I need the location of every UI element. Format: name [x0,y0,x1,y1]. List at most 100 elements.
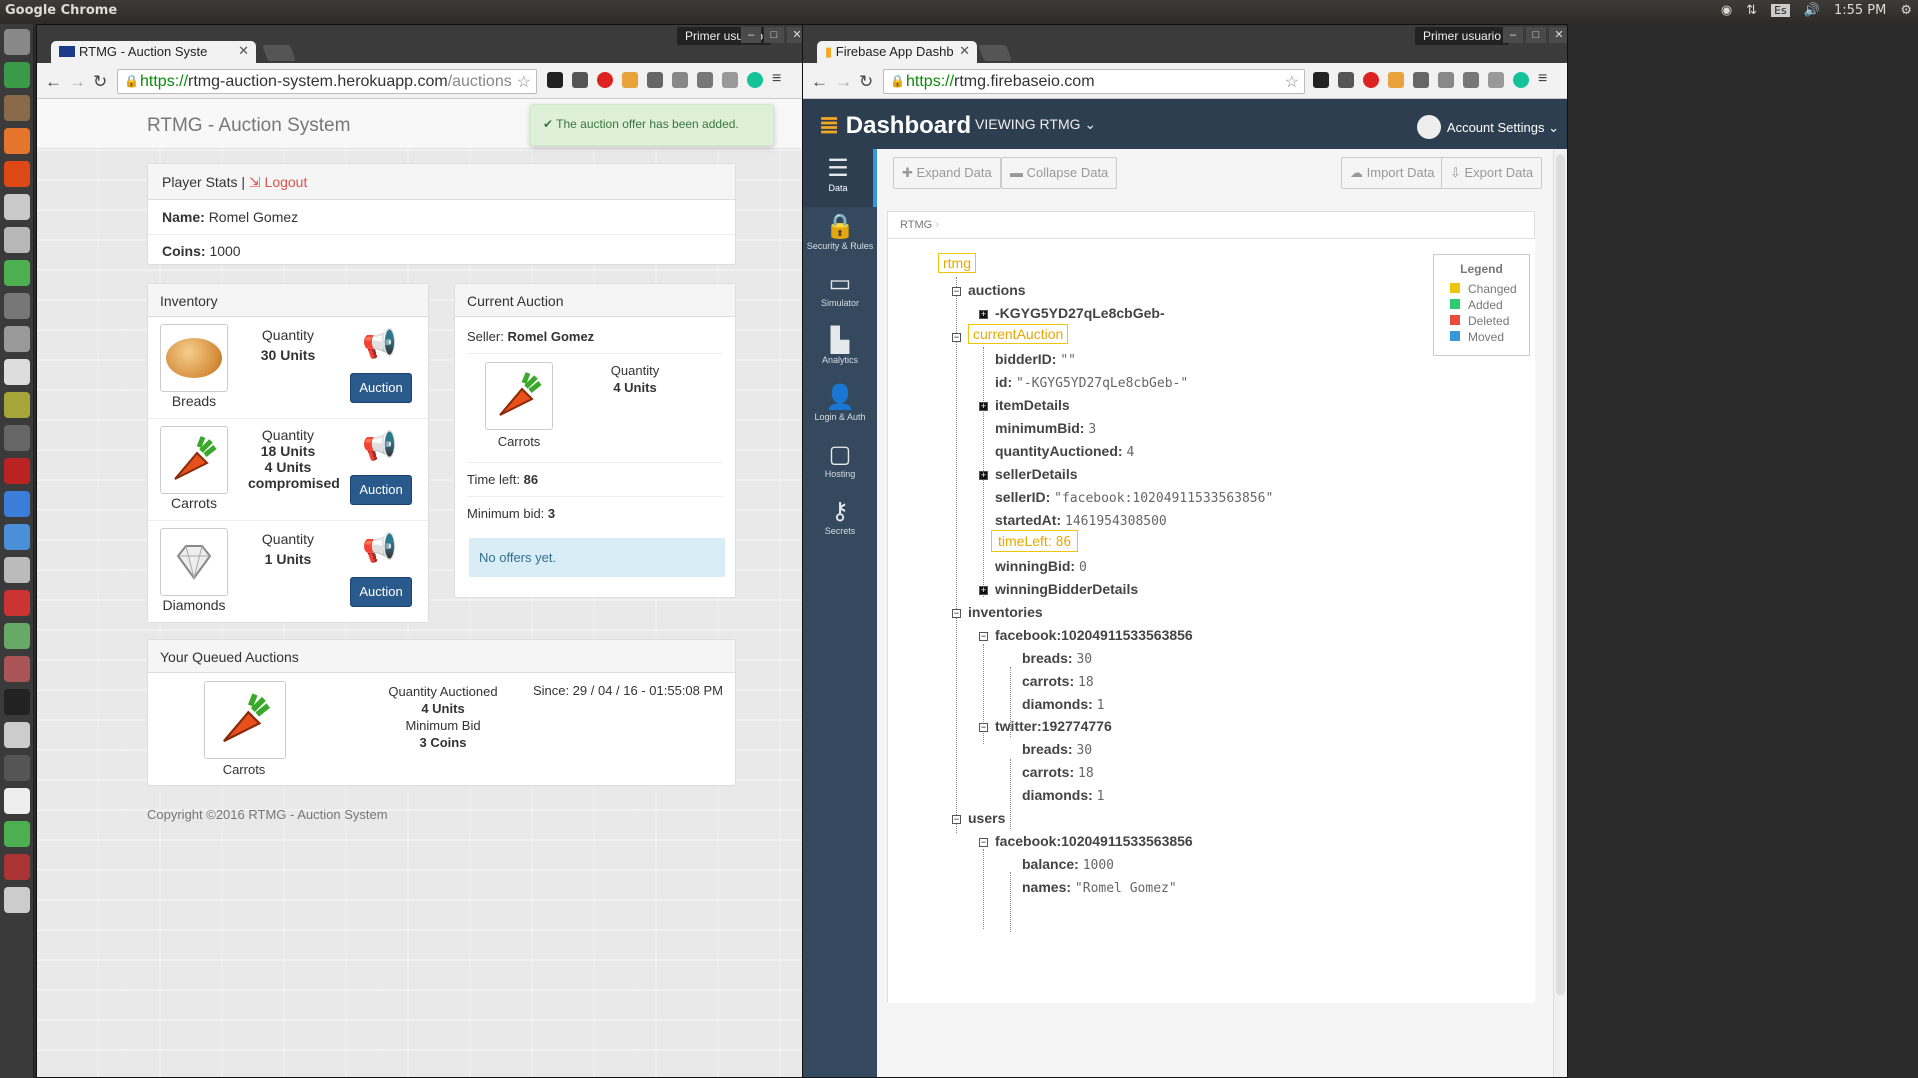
tree-node-current-auction[interactable]: currentAuction [968,324,1069,344]
tree-node-winning-bidder-details[interactable]: winningBidderDetails [995,581,1138,597]
network-icon[interactable]: ⇅ [1746,3,1757,18]
back-icon[interactable]: ← [45,72,62,92]
auction-button[interactable]: Auction [350,475,412,505]
launcher-app-icon[interactable] [4,29,30,55]
tree-leaf-bidder-id[interactable]: bidderID: "" [995,351,1076,368]
launcher-app-icon[interactable] [4,491,30,517]
expand-toggle[interactable]: + [979,310,988,319]
launcher-app-icon[interactable] [4,887,30,913]
settings-gear-icon[interactable]: ⚙ [1900,3,1912,18]
reload-icon[interactable]: ↻ [859,72,873,92]
launcher-app-icon[interactable] [4,293,30,319]
profile-button[interactable]: Primer usuario [1415,27,1510,45]
tree-node-facebook[interactable]: facebook:10204911533563856 [995,627,1193,643]
sidebar-item-security[interactable]: 🔒 Security & Rules [803,207,877,264]
navbar-brand[interactable]: RTMG - Auction System [147,115,350,137]
maximize-icon[interactable]: □ [764,27,784,43]
tree-leaf-balance[interactable]: balance: 1000 [1022,856,1114,873]
tree-leaf-names[interactable]: names: "Romel Gomez" [1022,879,1177,896]
collapse-toggle[interactable]: − [952,815,961,824]
menu-icon[interactable]: ≡ [772,71,788,88]
close-tab-icon[interactable]: ✕ [959,43,970,59]
tree-leaf-started-at[interactable]: startedAt: 1461954308500 [995,512,1167,529]
extension-icon[interactable] [622,72,638,88]
launcher-app-icon[interactable] [4,392,30,418]
address-bar[interactable]: 🔒 https://rtmg-auction-system.herokuapp.c… [117,69,537,94]
extension-icon[interactable] [1338,72,1354,88]
launcher-app-icon[interactable] [4,821,30,847]
address-bar[interactable]: 🔒 https://rtmg.firebaseio.com ☆ [883,69,1305,94]
app-selector[interactable]: VIEWING RTMG ⌄ [975,116,1096,133]
tree-node-seller-details[interactable]: sellerDetails [995,466,1078,482]
launcher-app-icon[interactable] [4,722,30,748]
tree-leaf-seller-id[interactable]: sellerID: "facebook:10204911533563856" [995,489,1273,506]
tree-leaf-diamonds[interactable]: diamonds: 1 [1022,696,1105,713]
auction-button[interactable]: Auction [350,577,412,607]
launcher-app-icon[interactable] [4,590,30,616]
dashboard-logo[interactable]: ≣ Dashboard [819,111,971,140]
sidebar-item-simulator[interactable]: ▭ Simulator [803,264,877,321]
scrollbar-thumb[interactable] [1556,155,1565,995]
collapse-toggle[interactable]: − [979,838,988,847]
launcher-app-icon[interactable] [4,62,30,88]
tree-node-item-details[interactable]: itemDetails [995,397,1070,413]
extension-icon[interactable] [747,72,763,88]
tree-leaf-id[interactable]: id: "-KGYG5YD27qLe8cbGeb-" [995,374,1188,391]
launcher-app-icon[interactable] [4,260,30,286]
tree-node-twitter[interactable]: twitter:192774776 [995,718,1112,734]
tree-leaf-carrots[interactable]: carrots: 18 [1022,764,1094,781]
tree-leaf-breads[interactable]: breads: 30 [1022,741,1092,758]
launcher-app-icon[interactable] [4,425,30,451]
extension-icon[interactable] [1463,72,1479,88]
expand-toggle[interactable]: + [979,402,988,411]
close-tab-icon[interactable]: ✕ [238,43,249,59]
launcher-app-icon[interactable] [4,656,30,682]
collapse-toggle[interactable]: − [952,609,961,618]
vertical-scrollbar[interactable] [1553,149,1567,1077]
logout-link[interactable]: ⇲ Logout [249,174,307,190]
collapse-toggle[interactable]: − [979,723,988,732]
reload-icon[interactable]: ↻ [93,72,107,92]
maximize-icon[interactable]: □ [1526,27,1546,43]
close-icon[interactable]: ✕ [1549,27,1567,43]
tree-node-auctions[interactable]: auctions [968,282,1026,298]
collapse-toggle[interactable]: − [952,333,961,342]
minimize-icon[interactable]: – [741,27,761,43]
tree-leaf-time-left[interactable]: timeLeft: 86 [991,530,1079,552]
extension-icon[interactable] [1513,72,1529,88]
extension-icon[interactable] [722,72,738,88]
auction-button[interactable]: Auction [350,373,412,403]
forward-icon[interactable]: → [835,72,852,92]
sidebar-item-login-auth[interactable]: 👤 Login & Auth [803,378,877,435]
back-icon[interactable]: ← [811,72,828,92]
sidebar-item-analytics[interactable]: ▙ Analytics [803,321,877,378]
minimize-icon[interactable]: – [1503,27,1523,43]
new-tab-button[interactable] [262,45,296,61]
sidebar-item-hosting[interactable]: ▢ Hosting [803,435,877,492]
breadcrumb-root[interactable]: RTMG [900,219,932,231]
forward-icon[interactable]: → [69,72,86,92]
tree-root[interactable]: rtmg [938,253,976,273]
launcher-app-icon[interactable] [4,788,30,814]
launcher-app-icon[interactable] [4,359,30,385]
new-tab-button[interactable] [978,45,1012,61]
expand-toggle[interactable]: + [979,471,988,480]
extension-icon[interactable] [1313,72,1329,88]
tree-leaf-diamonds[interactable]: diamonds: 1 [1022,787,1105,804]
extension-icon[interactable] [572,72,588,88]
extension-icon[interactable] [1388,72,1404,88]
extension-icon[interactable] [1488,72,1504,88]
tree-leaf-carrots[interactable]: carrots: 18 [1022,673,1094,690]
launcher-app-icon[interactable] [4,95,30,121]
launcher-app-icon[interactable] [4,557,30,583]
launcher-app-icon[interactable] [4,755,30,781]
extension-icon[interactable] [597,72,613,88]
launcher-app-icon[interactable] [4,128,30,154]
volume-icon[interactable]: 🔊 [1804,3,1820,18]
clock[interactable]: 1:55 PM [1834,3,1886,18]
launcher-app-icon[interactable] [4,227,30,253]
launcher-app-icon[interactable] [4,854,30,880]
tree-leaf-breads[interactable]: breads: 30 [1022,650,1092,667]
tree-node-inventories[interactable]: inventories [968,604,1043,620]
tree-node-facebook-user[interactable]: facebook:10204911533563856 [995,833,1193,849]
